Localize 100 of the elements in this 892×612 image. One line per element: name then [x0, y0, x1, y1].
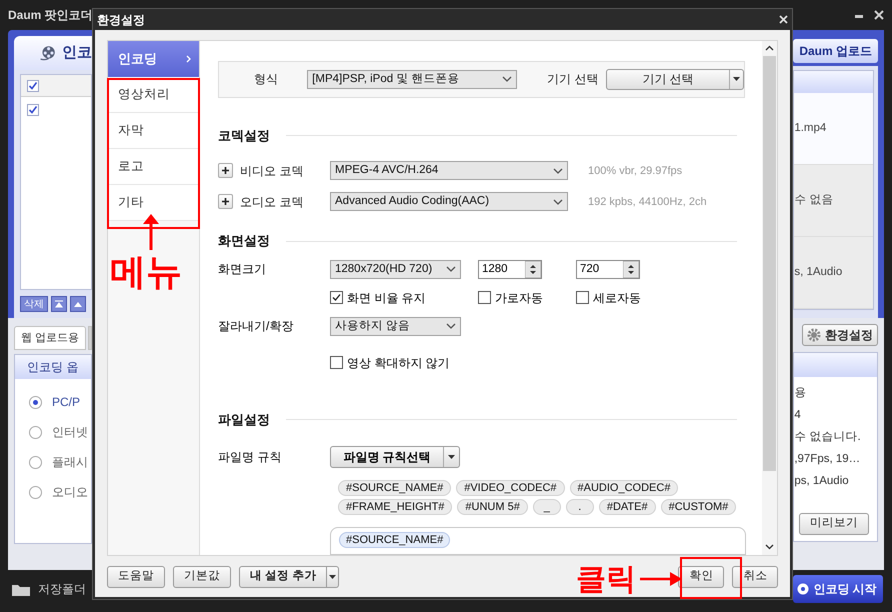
- button[interactable]: 취소: [732, 566, 778, 588]
- token-chip[interactable]: #CUSTOM#: [660, 499, 736, 516]
- checkbox-label: 화면 비율 유지: [347, 290, 426, 307]
- radio-button[interactable]: [29, 426, 42, 438]
- caret-icon: [329, 574, 336, 578]
- arrow-annotation: [143, 214, 159, 250]
- radio-button[interactable]: [29, 486, 42, 498]
- checkbox[interactable]: [330, 356, 343, 370]
- section-title: 파일설정: [218, 410, 270, 429]
- dialog-title: 환경설정: [97, 12, 145, 28]
- token-chip[interactable]: #UNUM 5#: [457, 499, 528, 516]
- expand-button[interactable]: [218, 194, 233, 210]
- start-encoding-button[interactable]: 인코딩 시작: [793, 575, 884, 603]
- tab[interactable]: 웹 업로드용: [14, 326, 86, 350]
- checkbox-label: 세로자동: [593, 290, 641, 307]
- caret-icon: [448, 455, 455, 460]
- option-text: 용: [794, 386, 806, 402]
- field-label: 잘라내기/확장: [218, 318, 294, 336]
- row-text: 수 없음: [794, 192, 834, 208]
- menu-item[interactable]: 자막: [108, 113, 199, 149]
- settings-button[interactable]: 환경설정: [802, 324, 878, 346]
- spinner-icon[interactable]: [525, 260, 541, 278]
- dropdown[interactable]: MPEG-4 AVC/H.264: [330, 161, 568, 180]
- field-label: 형식: [254, 71, 279, 88]
- spinner-icon[interactable]: [623, 260, 639, 278]
- plus-icon: [222, 167, 229, 174]
- caret-icon: [733, 77, 740, 82]
- annotation-text: 메뉴: [110, 252, 182, 292]
- codec-info: 100% vbr, 29.97fps: [588, 164, 682, 179]
- move-top-button[interactable]: [51, 296, 67, 312]
- option-text: ps, 1Audio: [794, 474, 849, 490]
- dropdown[interactable]: 사용하지 않음: [330, 316, 461, 336]
- radio-button[interactable]: [29, 396, 42, 408]
- option-text: 4: [794, 408, 801, 424]
- folder-label: 저장폴더: [38, 581, 86, 598]
- upload-button[interactable]: Daum 업로드: [793, 39, 878, 63]
- field-label: 기기 선택: [547, 71, 600, 88]
- list-row[interactable]: 수 없음: [794, 165, 873, 237]
- close-icon[interactable]: [874, 10, 884, 20]
- button[interactable]: 내 설정 추가: [239, 566, 328, 588]
- button[interactable]: 기본값: [173, 566, 231, 588]
- arrow-up-icon: [74, 300, 82, 306]
- number-field[interactable]: 720: [576, 260, 640, 279]
- field-label: 비디오 코덱: [240, 162, 304, 180]
- token-chip[interactable]: #SOURCE_NAME#: [338, 480, 452, 496]
- checkbox-label: 가로자동: [495, 290, 543, 307]
- disc-icon: [797, 583, 810, 595]
- folder-icon: [12, 582, 30, 596]
- scrollbar[interactable]: [762, 41, 778, 555]
- device-button[interactable]: 기기 선택: [606, 68, 744, 90]
- checkbox[interactable]: [27, 104, 39, 116]
- button[interactable]: 도움말: [107, 566, 165, 588]
- gear-icon: [807, 328, 821, 342]
- menu-item[interactable]: 인코딩: [108, 41, 199, 77]
- field-label: 화면크기: [218, 261, 267, 278]
- checkbox-label: 영상 확대하지 않기: [347, 354, 450, 372]
- option-text: ,97Fps, 19…: [794, 452, 860, 468]
- plus-icon: [222, 198, 229, 206]
- token-chip[interactable]: .: [566, 499, 594, 516]
- chevron-down-icon: [553, 198, 563, 205]
- dropdown[interactable]: Advanced Audio Coding(AAC): [330, 192, 568, 212]
- checkbox[interactable]: [576, 291, 589, 304]
- token-chip[interactable]: #DATE#: [598, 499, 656, 516]
- dropdown[interactable]: [MP4]PSP, iPod 및 핸드폰용: [307, 70, 518, 89]
- button[interactable]: 미리보기: [799, 513, 869, 535]
- chevron-right-icon: [186, 54, 191, 62]
- list-row[interactable]: 1.mp4: [794, 93, 873, 165]
- move-up-button[interactable]: [70, 296, 86, 312]
- token-chip[interactable]: #FRAME_HEIGHT#: [338, 499, 452, 516]
- checkbox[interactable]: [330, 291, 343, 304]
- dropdown-button[interactable]: [327, 566, 340, 588]
- menu-item[interactable]: 로고: [108, 149, 199, 185]
- token-chip[interactable]: #VIDEO_CODEC#: [456, 480, 565, 496]
- move-top-icon: [55, 300, 63, 308]
- filename-field[interactable]: #SOURCE_NAME#: [330, 527, 746, 555]
- app-title: Daum 팟인코더: [8, 7, 93, 24]
- close-icon[interactable]: [779, 15, 788, 24]
- token-chip[interactable]: #AUDIO_CODEC#: [570, 480, 678, 496]
- rule-select-button[interactable]: 파일명 규칙선택: [330, 446, 460, 468]
- dropdown[interactable]: 1280x720(HD 720): [330, 260, 461, 279]
- menu-item[interactable]: 기타: [108, 185, 199, 221]
- checkbox[interactable]: [27, 80, 39, 92]
- number-field[interactable]: 1280: [478, 260, 542, 279]
- radio-label: PC/P: [52, 394, 80, 411]
- radio-label: 인터넷: [52, 424, 88, 441]
- menu-item[interactable]: 영상처리: [108, 77, 199, 113]
- tab-label: 인코: [62, 42, 92, 63]
- token-chip[interactable]: #SOURCE_NAME#: [339, 532, 450, 548]
- list-row[interactable]: s, 1Audio: [794, 237, 873, 309]
- button[interactable]: 확인: [678, 566, 724, 588]
- chevron-down-icon: [446, 323, 456, 330]
- token-chip[interactable]: _: [532, 499, 561, 516]
- radio-button[interactable]: [29, 456, 42, 468]
- option-text: 수 없습니다.: [794, 430, 861, 446]
- expand-button[interactable]: [218, 163, 233, 178]
- checkbox[interactable]: [478, 291, 491, 304]
- codec-info: 192 kpbs, 44100Hz, 2ch: [588, 194, 707, 210]
- arrow-annotation: [640, 572, 682, 586]
- field-label: 오디오 코덱: [240, 194, 304, 211]
- tab[interactable]: 인코: [14, 36, 92, 70]
